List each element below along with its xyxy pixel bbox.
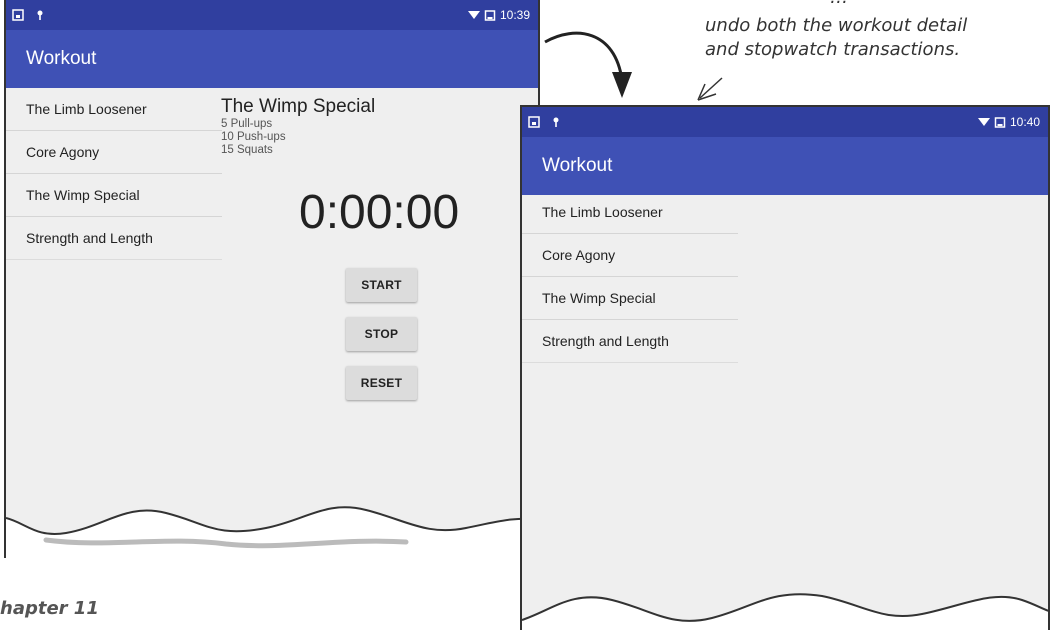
workout-line: 10 Push-ups xyxy=(221,131,286,143)
annotation-line0: … xyxy=(830,0,848,10)
device-left: 10:39 Workout The Limb Loosener Core Ago… xyxy=(4,0,540,558)
wifi-icon xyxy=(977,118,990,126)
chapter-caption: hapter 11 xyxy=(0,598,99,619)
list-item-core-agony[interactable]: Core Agony xyxy=(522,234,738,277)
workout-line: 5 Pull-ups xyxy=(221,118,273,130)
annotation-line2: and stopwatch transactions. xyxy=(705,39,961,60)
list-item-wimp-special[interactable]: The Wimp Special xyxy=(6,174,222,217)
app-title: Workout xyxy=(522,137,1048,195)
android-debug-icon xyxy=(37,10,43,20)
stopwatch-time: 0:00:00 xyxy=(299,186,460,239)
start-button[interactable]: START xyxy=(346,268,417,302)
battery-icon xyxy=(994,117,1006,128)
stop-button[interactable]: STOP xyxy=(346,317,417,351)
workout-title: The Wimp Special xyxy=(221,96,376,117)
app-title: Workout xyxy=(6,30,538,88)
workout-line: 15 Squats xyxy=(221,144,273,156)
status-bar: 10:39 xyxy=(6,0,538,30)
torn-edge xyxy=(6,506,538,558)
torn-edge xyxy=(522,593,1048,630)
workout-list: The Limb Loosener Core Agony The Wimp Sp… xyxy=(6,88,222,260)
workout-detail: The Wimp Special 5 Pull-ups 10 Push-ups … xyxy=(221,88,538,157)
battery-icon xyxy=(484,10,496,21)
workout-list: The Limb Loosener Core Agony The Wimp Sp… xyxy=(522,191,738,363)
annotation-line1: undo both the workout detail xyxy=(705,15,968,36)
status-time: 10:40 xyxy=(1009,115,1040,129)
reset-button[interactable]: RESET xyxy=(346,366,417,400)
device-right: 10:40 Workout The Limb Loosener Core Ago… xyxy=(520,105,1050,630)
wifi-icon xyxy=(467,11,480,19)
android-debug-icon xyxy=(553,117,559,127)
screen-icon xyxy=(12,9,24,21)
status-bar: 10:40 xyxy=(522,107,1048,137)
list-item-strength-length[interactable]: Strength and Length xyxy=(522,320,738,363)
status-time: 10:39 xyxy=(499,8,530,22)
list-item-wimp-special[interactable]: The Wimp Special xyxy=(522,277,738,320)
list-item-limb-loosener[interactable]: The Limb Loosener xyxy=(522,191,738,234)
list-item-core-agony[interactable]: Core Agony xyxy=(6,131,222,174)
screen-icon xyxy=(528,116,540,128)
list-item-strength-length[interactable]: Strength and Length xyxy=(6,217,222,260)
list-item-limb-loosener[interactable]: The Limb Loosener xyxy=(6,88,222,131)
